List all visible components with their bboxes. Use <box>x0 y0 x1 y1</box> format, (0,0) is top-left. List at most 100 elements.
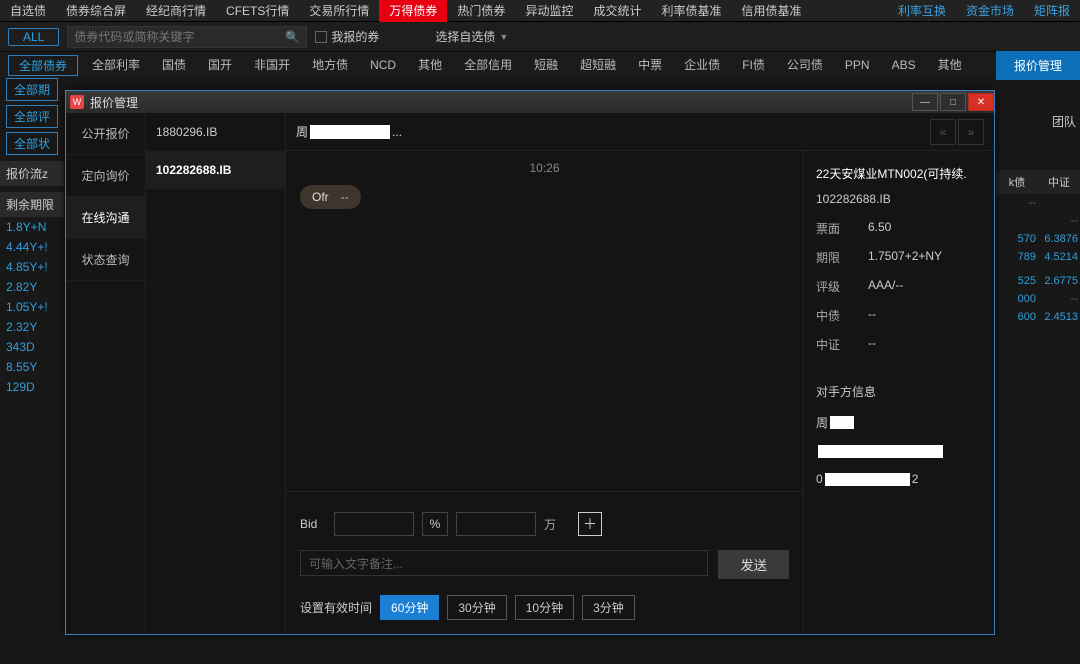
mgmt-button[interactable]: 报价管理 <box>996 51 1080 80</box>
chevron-down-icon: ▼ <box>499 32 508 42</box>
category-item[interactable]: 国债 <box>154 52 194 78</box>
redacted-block <box>830 416 854 429</box>
chat-bubble: Ofr -- <box>300 185 361 209</box>
remark-input[interactable]: 可输入文字备注... <box>300 550 708 576</box>
contact-name: 周 ... <box>296 123 402 140</box>
topnav-tab[interactable]: 债券综合屏 <box>56 0 136 22</box>
topnav-tab[interactable]: 异动监控 <box>515 0 583 22</box>
add-button[interactable]: ＋ <box>578 512 602 536</box>
category-item[interactable]: 中票 <box>630 52 670 78</box>
detail-row: 期限1.7507+2+NY <box>816 249 982 266</box>
left-value[interactable]: 1.05Y+! <box>0 297 64 317</box>
category-item[interactable]: 超短融 <box>572 52 624 78</box>
bg-data-table: k债中证----5706.38767894.52145252.6775000--… <box>996 170 1080 326</box>
duration-label: 设置有效时间 <box>300 599 372 616</box>
team-header: 团队 <box>1052 113 1076 130</box>
topnav-tab[interactable]: 信用债基准 <box>731 0 811 22</box>
dialog-titlebar: W 报价管理 — □ ✕ <box>66 91 994 113</box>
category-item[interactable]: 全部信用 <box>456 52 520 78</box>
cp-org <box>816 445 982 458</box>
left-value[interactable]: 8.55Y <box>0 357 64 377</box>
dialog-nav-item[interactable]: 在线沟通 <box>66 197 145 239</box>
table-row: -- <box>996 212 1080 230</box>
redacted-block <box>818 445 943 458</box>
category-item[interactable]: 其他 <box>930 52 970 78</box>
quote-mgmt-dialog: W 报价管理 — □ ✕ 公开报价定向询价在线沟通状态查询 1880296.IB… <box>65 90 995 635</box>
redacted-block <box>310 125 390 139</box>
optional-select[interactable]: 选择自选债 ▼ <box>435 28 508 45</box>
search-icon: 🔍 <box>285 30 300 44</box>
category-item[interactable]: NCD <box>362 52 404 78</box>
left-value[interactable]: 2.82Y <box>0 277 64 297</box>
topnav-tab[interactable]: 热门债券 <box>447 0 515 22</box>
topnav-tab[interactable]: 经纪商行情 <box>136 0 216 22</box>
minimize-button[interactable]: — <box>912 93 938 111</box>
dialog-list-item[interactable]: 1880296.IB <box>146 113 285 151</box>
category-item[interactable]: 国开 <box>200 52 240 78</box>
topnav-right-tab[interactable]: 利率互换 <box>888 0 956 22</box>
dialog-title: 报价管理 <box>90 94 138 111</box>
redacted-block <box>825 473 910 486</box>
left-value[interactable]: 343D <box>0 337 64 357</box>
category-item[interactable]: 短融 <box>526 52 566 78</box>
category-item[interactable]: 公司债 <box>779 52 831 78</box>
category-item[interactable]: 全部利率 <box>84 52 148 78</box>
topnav-tab[interactable]: 万得债券 <box>379 0 447 22</box>
left-filter[interactable]: 全部状 <box>6 132 58 155</box>
category-item[interactable]: FI债 <box>734 52 773 78</box>
bid-amount-input[interactable] <box>456 512 536 536</box>
bond-code: 102282688.IB <box>816 192 982 206</box>
dialog-list-item[interactable]: 102282688.IB <box>146 151 285 189</box>
cp-name: 周 <box>816 414 982 431</box>
duration-option[interactable]: 3分钟 <box>582 595 635 620</box>
detail-row: 中债-- <box>816 307 982 324</box>
category-item[interactable]: 企业债 <box>676 52 728 78</box>
left-value[interactable]: 4.44Y+! <box>0 237 64 257</box>
percent-button[interactable]: % <box>422 512 448 536</box>
topnav-right-tab[interactable]: 矩阵报 <box>1024 0 1080 22</box>
dialog-main: 周 ... « » 10:26 Ofr -- Bid <box>286 113 994 634</box>
next-button[interactable]: » <box>958 119 984 145</box>
left-header: 剩余期限 <box>0 192 64 217</box>
topnav-right-tab[interactable]: 资金市场 <box>956 0 1024 22</box>
dialog-nav-item[interactable]: 公开报价 <box>66 113 145 155</box>
my-quote-checkbox[interactable]: 我报的券 <box>315 28 379 45</box>
maximize-button[interactable]: □ <box>940 93 966 111</box>
send-button[interactable]: 发送 <box>718 550 789 579</box>
left-value[interactable]: 4.85Y+! <box>0 257 64 277</box>
chat-area: 10:26 Ofr -- Bid % 万 ＋ <box>286 151 804 634</box>
category-lead[interactable]: 全部债券 <box>8 55 78 76</box>
topnav-tab[interactable]: CFETS行情 <box>216 0 299 22</box>
category-item[interactable]: ABS <box>884 52 924 78</box>
duration-option[interactable]: 30分钟 <box>447 595 506 620</box>
top-nav: 自选债债券综合屏经纪商行情CFETS行情交易所行情万得债券热门债券异动监控成交统… <box>0 0 1080 22</box>
left-value[interactable]: 1.8Y+N <box>0 217 64 237</box>
left-value[interactable]: 129D <box>0 377 64 397</box>
all-pill[interactable]: ALL <box>8 28 59 46</box>
search-input[interactable]: 债券代码或简称关键字 🔍 <box>67 26 307 48</box>
dialog-nav-item[interactable]: 状态查询 <box>66 239 145 281</box>
bid-price-input[interactable] <box>334 512 414 536</box>
topnav-tab[interactable]: 利率债基准 <box>651 0 731 22</box>
checkbox-box <box>315 31 327 43</box>
category-item[interactable]: PPN <box>837 52 878 78</box>
dialog-nav-item[interactable]: 定向询价 <box>66 155 145 197</box>
close-button[interactable]: ✕ <box>968 93 994 111</box>
category-item[interactable]: 其他 <box>410 52 450 78</box>
topnav-tab[interactable]: 交易所行情 <box>299 0 379 22</box>
left-filter[interactable]: 全部期 <box>6 78 58 101</box>
left-value[interactable]: 2.32Y <box>0 317 64 337</box>
col-header: k债 <box>996 170 1038 194</box>
category-item[interactable]: 地方债 <box>304 52 356 78</box>
table-row: -- <box>996 194 1080 212</box>
bond-name: 22天安煤业MTN002(可持续. <box>816 165 982 182</box>
duration-option[interactable]: 10分钟 <box>515 595 574 620</box>
category-item[interactable]: 非国开 <box>246 52 298 78</box>
duration-option[interactable]: 60分钟 <box>380 595 439 620</box>
left-filter[interactable]: 全部评 <box>6 105 58 128</box>
filter-bar: ALL 债券代码或简称关键字 🔍 我报的券 选择自选债 ▼ <box>0 22 1080 52</box>
topnav-tab[interactable]: 自选债 <box>0 0 56 22</box>
topnav-tab[interactable]: 成交统计 <box>583 0 651 22</box>
prev-button[interactable]: « <box>930 119 956 145</box>
app-icon: W <box>70 95 84 109</box>
